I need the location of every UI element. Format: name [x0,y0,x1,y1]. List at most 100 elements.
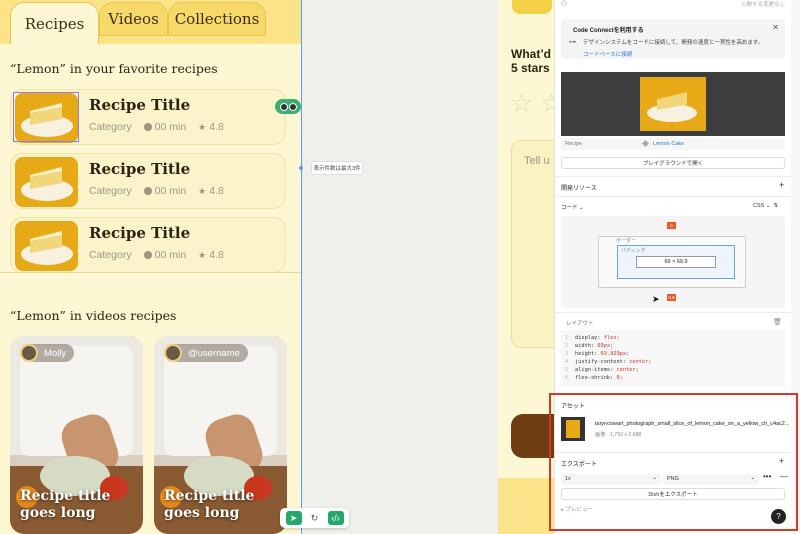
recipe-rating-value: 4.8 [209,185,224,197]
recipe-meta: Category 00 min ★ 4.8 [89,185,224,197]
add-export-icon[interactable]: + [779,456,784,466]
property-value[interactable]: Lemon Cake [653,141,684,147]
code-connect-card: Code Connectを利用する ✕ ⊶ デザインシステムをコードに接続して、… [561,19,785,59]
css-value: center; [616,367,639,373]
export-scale-select[interactable]: 1x ⌄ [561,474,661,485]
css-value: center; [629,359,652,365]
layout-label: レイアウト [566,321,594,327]
submit-button[interactable] [511,414,558,458]
tab-videos[interactable]: Videos [99,2,168,36]
tab-videos-label: Videos [108,10,159,28]
css-property: height: [575,351,601,357]
css-property: display: [575,335,604,341]
recipe-card[interactable]: Recipe Title Category 00 min ★ 4.8 [10,89,286,145]
code-select-label: コード [561,205,578,211]
recipe-category: Category [89,185,132,197]
asset-thumbnail[interactable] [561,417,585,441]
padding-right-value: - [723,260,725,266]
recipe-rating: ★ 4.8 [198,249,224,261]
cursor-icon[interactable]: ➤ [285,511,302,525]
css-select[interactable]: CSS ⌄ ⇅ [753,203,778,209]
video-user-badge[interactable]: @username [164,344,248,362]
css-property: width: [575,343,598,349]
mobile-frame-review[interactable]: What’d 5 stars ☆ ☆ Tell u [498,0,558,534]
header-bar [512,0,552,14]
video-title: Recipe title goes long [20,488,111,521]
export-title: エクスポート [561,462,597,468]
remove-icon[interactable]: — [780,472,788,481]
frame-selection-border [301,0,302,534]
video-user-badge[interactable]: Molly [20,344,75,362]
property-key: Recipe [565,141,583,147]
css-value: flex; [603,335,620,341]
video-username: @username [188,347,240,359]
recipe-thumbnail [15,221,78,271]
recipe-card[interactable]: Recipe Title Category 00 min ★ 4.8 [10,217,286,273]
clock-icon [143,251,152,259]
bottom-bar [498,478,558,534]
code-connect-link[interactable]: コードベースに接続 [583,50,632,58]
star-icon: ★ [198,121,207,132]
recipe-card[interactable]: Recipe Title Category 00 min ★ 4.8 [10,153,286,209]
clock-icon [143,123,152,131]
clock-icon [143,187,152,195]
code-line: 1 display: flex; [565,335,620,341]
add-icon[interactable]: + [779,180,784,190]
tab-recipes-label: Recipes [24,14,85,33]
preview-toggle[interactable]: ▸ プレビュー [561,505,593,513]
design-canvas: Recipes Videos Collections “Lemon” in yo… [0,0,800,534]
code-line: 2 width: 69px; [565,343,613,349]
asset-file-name[interactable]: taryncowart_photograph_small_slice_of_le… [595,421,789,427]
canvas-annotation[interactable]: 表示件数は最大3件 [311,161,363,175]
code-line: 3 height: 69.929px; [565,351,629,357]
star-icon: ★ [198,185,207,196]
tab-collections[interactable]: Collections [168,2,266,36]
video-card[interactable]: Molly Recipe title goes long [10,336,143,534]
star-icon[interactable]: ☆ [510,88,533,119]
css-code-block[interactable]: 1 display: flex; 2 width: 69px; 3 height: 6… [561,330,785,386]
margin-bottom-marker: 0.9 [667,294,676,301]
component-property-row[interactable]: Recipe Lemon Cake [561,138,785,150]
close-icon[interactable]: ✕ [772,23,779,32]
recipe-rating: ★ 4.8 [198,185,224,197]
line-number: 6 [565,375,569,381]
box-model-inspector: 9 ボーダー パディング 69 × 69.9 - - - - 0.9 [561,216,785,308]
mobile-frame-search-results[interactable]: Recipes Videos Collections “Lemon” in yo… [0,0,301,534]
line-number: 4 [565,359,569,365]
css-property: justify-content: [575,359,630,365]
video-card[interactable]: @username Recipe title goes long [154,336,287,534]
css-select-label: CSS [753,203,765,209]
tab-collections-label: Collections [174,10,260,28]
content-size: 69 × 69.9 [636,256,716,268]
review-question-line: 5 stars [511,61,550,75]
code-icon[interactable]: ‹/› [327,511,344,525]
favorites-section-title: “Lemon” in your favorite recipes [10,61,218,76]
line-number: 2 [565,343,569,349]
panel-scrollbar[interactable] [791,0,800,534]
divider [555,312,791,313]
review-textarea[interactable] [511,140,558,348]
code-line: 6 flex-shrink: 0; [565,375,623,381]
refresh-icon[interactable]: ↻ [307,511,323,525]
export-scale-value: 1x [565,476,571,482]
collaborators-avatars[interactable] [275,99,301,114]
margin-top-marker: 9 [667,222,676,229]
open-playground-button[interactable]: プレイグラウンドで開く [561,157,785,169]
export-format-value: PNG [667,476,679,482]
panel-status-text: 公開する変更なし [740,2,785,8]
mouse-cursor-icon: ➤ [652,294,660,304]
css-property: align-items: [575,367,617,373]
review-question-line: What’d [511,47,551,61]
more-options-icon[interactable]: ••• [763,472,771,481]
history-icon[interactable]: ◷ [561,0,567,7]
help-button[interactable]: ? [771,509,786,524]
preview-label: プレビュー [565,507,593,513]
margin-top-value: 9 [670,223,673,228]
code-language-select[interactable]: コード ⌄ [561,203,584,211]
tab-recipes[interactable]: Recipes [10,2,99,44]
export-button[interactable]: Dishをエクスポート [561,488,785,500]
divider [555,452,791,453]
export-format-select[interactable]: PNG ⌄ [663,474,759,485]
recipe-rating-value: 4.8 [209,249,224,261]
trash-icon[interactable]: 🗑 [773,318,782,326]
